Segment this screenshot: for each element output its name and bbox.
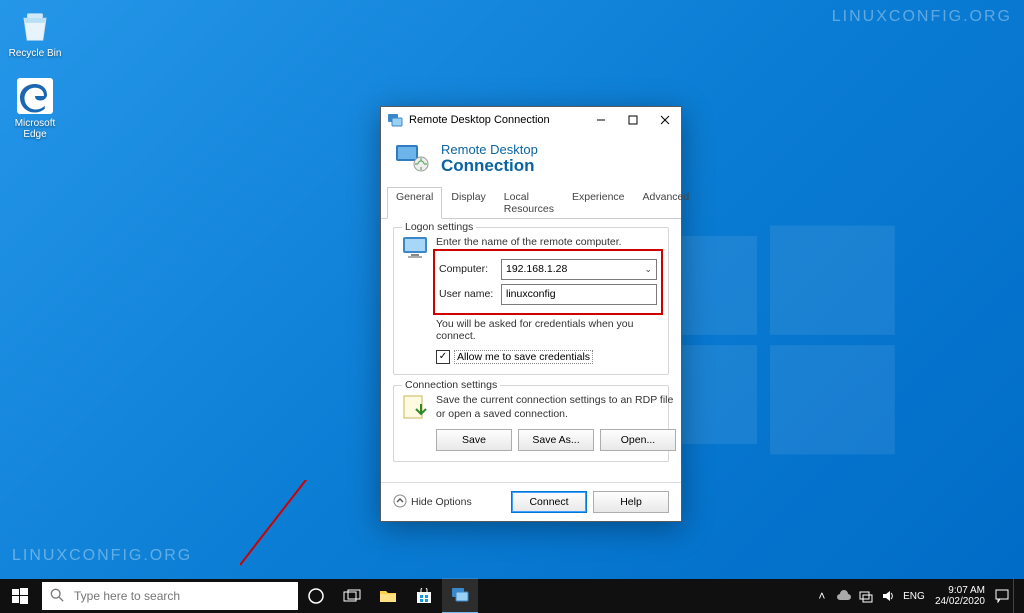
- show-desktop-button[interactable]: [1013, 579, 1020, 613]
- tray-onedrive-icon[interactable]: [833, 579, 855, 613]
- start-button[interactable]: [0, 579, 40, 613]
- collapse-up-icon: [393, 494, 407, 511]
- tab-display[interactable]: Display: [442, 187, 494, 219]
- close-button[interactable]: [649, 107, 681, 133]
- computer-combobox[interactable]: 192.168.1.28 ⌄: [501, 259, 657, 280]
- tab-general[interactable]: General: [387, 187, 442, 219]
- minimize-button[interactable]: [585, 107, 617, 133]
- save-as-button[interactable]: Save As...: [518, 429, 594, 451]
- banner: Remote Desktop Connection: [381, 133, 681, 186]
- computer-value: 192.168.1.28: [506, 263, 567, 275]
- help-button[interactable]: Help: [593, 491, 669, 513]
- username-input[interactable]: linuxconfig: [501, 284, 657, 305]
- save-button[interactable]: Save: [436, 429, 512, 451]
- rdc-app-icon: [387, 112, 403, 128]
- computer-label: Computer:: [439, 263, 495, 275]
- conn-group-title: Connection settings: [402, 379, 500, 391]
- search-icon: [50, 588, 64, 605]
- rdc-banner-icon: [395, 144, 431, 174]
- tray-volume-icon[interactable]: [877, 579, 899, 613]
- desktop: LINUXCONFIG.ORG LINUXCONFIG.ORG Recycle …: [0, 0, 1024, 613]
- titlebar[interactable]: Remote Desktop Connection: [381, 107, 681, 133]
- allow-save-label: Allow me to save credentials: [454, 350, 593, 364]
- checkbox-icon: ✓: [436, 350, 450, 364]
- username-label: User name:: [439, 288, 495, 300]
- save-file-icon: [402, 394, 428, 420]
- taskbar: ˄ ENG 9:07 AM 24/02/2020: [0, 579, 1024, 613]
- dialog-footer: Hide Options Connect Help: [381, 482, 681, 521]
- desktop-icon-label: Recycle Bin: [8, 48, 62, 59]
- window-title: Remote Desktop Connection: [409, 114, 585, 126]
- recycle-bin-icon: [15, 6, 55, 46]
- connection-settings-group: Connection settings Save the current con…: [393, 385, 669, 462]
- conn-text: Save the current connection settings to …: [436, 394, 676, 421]
- rdc-window: Remote Desktop Connection Remote Desktop…: [380, 106, 682, 522]
- taskbar-app-explorer[interactable]: [370, 579, 406, 613]
- taskbar-search[interactable]: [42, 582, 298, 610]
- username-value: linuxconfig: [506, 288, 556, 300]
- logon-settings-group: Logon settings Enter the name of the rem…: [393, 227, 669, 375]
- desktop-icon-recycle-bin[interactable]: Recycle Bin: [8, 6, 62, 59]
- edge-icon: [15, 76, 55, 116]
- system-tray: ˄ ENG 9:07 AM 24/02/2020: [811, 579, 1024, 613]
- maximize-button[interactable]: [617, 107, 649, 133]
- search-input[interactable]: [72, 588, 290, 604]
- hide-options-toggle[interactable]: Hide Options: [393, 494, 472, 511]
- taskbar-app-rdc[interactable]: [442, 578, 478, 613]
- tray-language[interactable]: ENG: [899, 579, 929, 613]
- tray-time: 9:07 AM: [935, 585, 985, 596]
- watermark-bottom: LINUXCONFIG.ORG: [12, 547, 192, 565]
- watermark-top: LINUXCONFIG.ORG: [832, 8, 1012, 26]
- tray-clock[interactable]: 9:07 AM 24/02/2020: [929, 585, 991, 607]
- tray-action-center-icon[interactable]: [991, 579, 1013, 613]
- tray-date: 24/02/2020: [935, 596, 985, 607]
- tabstrip: General Display Local Resources Experien…: [381, 186, 681, 219]
- credential-hint: You will be asked for credentials when y…: [436, 318, 660, 342]
- desktop-icon-edge[interactable]: Microsoft Edge: [8, 76, 62, 140]
- chevron-down-icon: ⌄: [644, 264, 652, 275]
- tab-advanced[interactable]: Advanced: [634, 187, 699, 219]
- tray-chevron-up-icon[interactable]: ˄: [811, 579, 833, 613]
- banner-line1: Remote Desktop: [441, 143, 538, 157]
- logon-instruction: Enter the name of the remote computer.: [436, 236, 660, 248]
- logon-group-title: Logon settings: [402, 221, 476, 233]
- allow-save-credentials-checkbox[interactable]: ✓ Allow me to save credentials: [436, 350, 660, 364]
- connect-button[interactable]: Connect: [511, 491, 587, 513]
- tab-local-resources[interactable]: Local Resources: [495, 187, 563, 219]
- banner-line2: Connection: [441, 157, 538, 176]
- open-button[interactable]: Open...: [600, 429, 676, 451]
- cortana-icon[interactable]: [298, 579, 334, 613]
- tray-network-icon[interactable]: [855, 579, 877, 613]
- monitor-icon: [402, 236, 428, 260]
- task-view-icon[interactable]: [334, 579, 370, 613]
- desktop-icon-label: Microsoft Edge: [8, 118, 62, 140]
- taskbar-app-store[interactable]: [406, 579, 442, 613]
- hide-options-label: Hide Options: [411, 496, 472, 508]
- tab-experience[interactable]: Experience: [563, 187, 634, 219]
